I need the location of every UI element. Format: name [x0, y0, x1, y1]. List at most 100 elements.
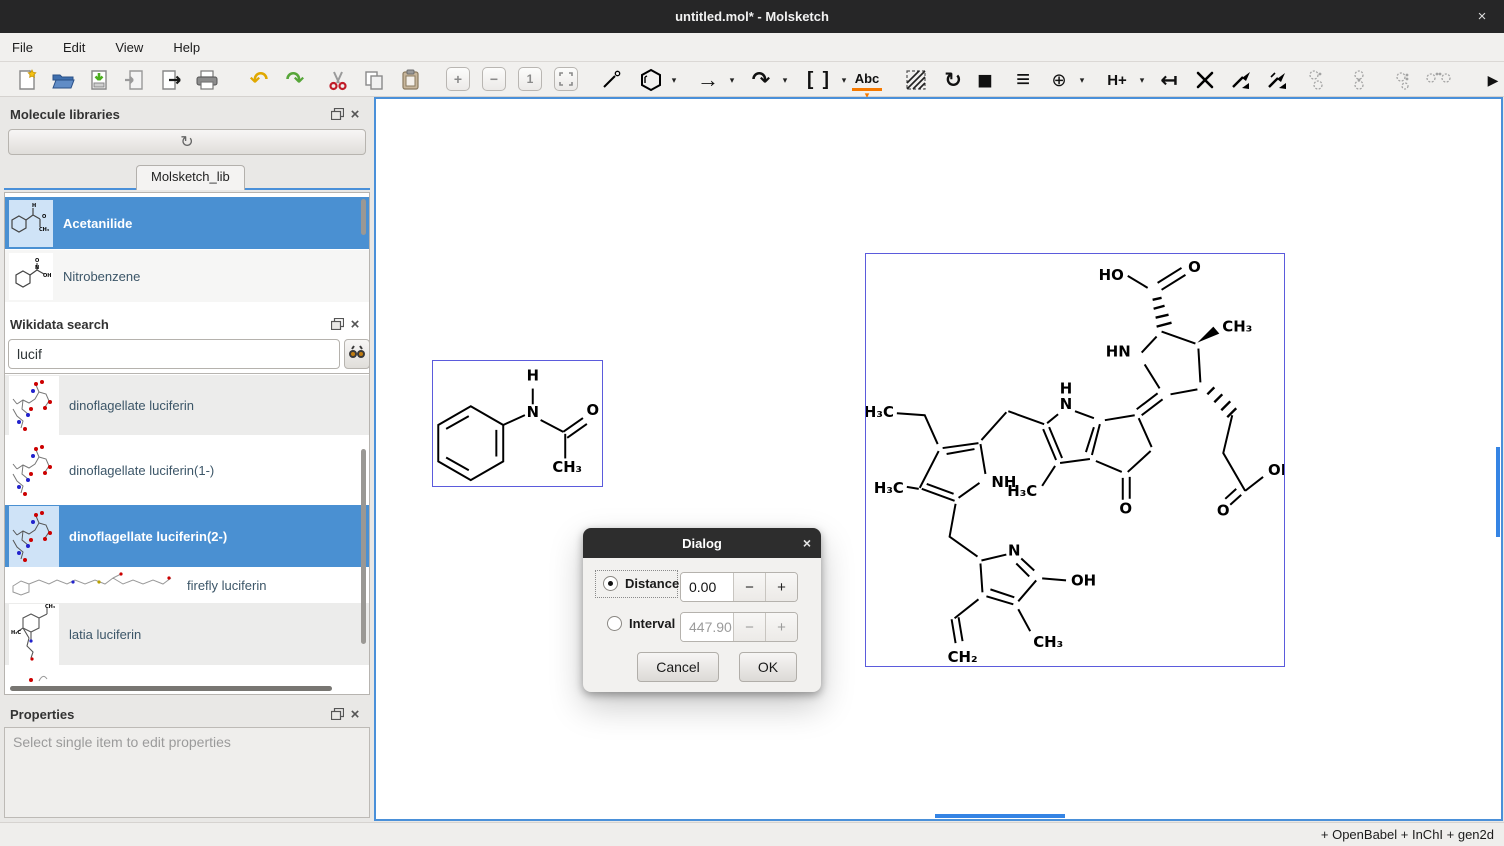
new-file-icon[interactable] [14, 67, 40, 93]
distance-spinbox[interactable]: 0.00 − + [680, 572, 798, 602]
atom-label: CH₂ [948, 648, 978, 666]
distance-radio[interactable] [603, 576, 618, 591]
interval-increment-button[interactable]: + [765, 613, 797, 641]
close-panel-icon[interactable]: × [346, 706, 364, 722]
cancel-button[interactable]: Cancel [637, 652, 719, 682]
molecule-thumbnail: OOHN [9, 253, 53, 300]
wikidata-search-button[interactable] [344, 339, 370, 369]
library-list-scrollbar[interactable] [361, 199, 366, 235]
hydrogen-dropdown-icon[interactable]: ▾ [1136, 74, 1148, 86]
interval-decrement-button[interactable]: − [733, 613, 765, 641]
interval-radio[interactable] [607, 616, 622, 631]
dialog-window: Dialog × Distance 0.00 − + Interval 447.… [583, 528, 821, 692]
ring-tool-icon[interactable] [638, 67, 664, 93]
charge-dropdown-icon[interactable]: ▾ [1076, 74, 1088, 86]
bracket-tool-icon[interactable]: [ ] [802, 67, 836, 93]
dialog-close-icon[interactable]: × [803, 535, 811, 551]
export-icon[interactable] [158, 67, 184, 93]
window-close-icon[interactable]: × [1472, 7, 1492, 27]
interval-radio-row[interactable]: Interval [607, 616, 675, 631]
interval-value[interactable]: 447.90 [681, 613, 733, 641]
close-panel-icon[interactable]: × [346, 106, 364, 122]
interval-spinbox[interactable]: 447.90 − + [680, 612, 798, 642]
electron-arrow-tool-icon[interactable]: ↤ [1156, 67, 1182, 93]
molecule-acetanilide[interactable]: H N O CH₃ [432, 360, 603, 487]
wikidata-list-vscrollbar[interactable] [361, 449, 366, 644]
rotate-icon[interactable]: ↻ [940, 67, 966, 93]
float-panel-icon[interactable] [328, 706, 346, 722]
float-panel-icon[interactable] [328, 316, 346, 332]
curved-arrow-tool-icon[interactable]: ↷ [748, 67, 774, 93]
wikidata-search-input[interactable] [8, 339, 340, 369]
properties-placeholder: Select single item to edit properties [4, 727, 370, 818]
list-item-nitrobenzene[interactable]: OOHN Nitrobenzene [5, 250, 369, 302]
reaction-map-4-icon[interactable] [1422, 67, 1456, 93]
curved-arrow-dropdown-icon[interactable]: ▾ [779, 74, 791, 86]
result-firefly-luciferin[interactable]: firefly luciferin [5, 569, 369, 601]
distance-value[interactable]: 0.00 [681, 573, 733, 601]
result-dinoflagellate-luciferin-1[interactable]: dinoflagellate luciferin(1-) [5, 437, 369, 503]
text-tool-icon[interactable]: Abc [852, 69, 882, 91]
tab-molsketch-lib[interactable]: Molsketch_lib [136, 165, 245, 190]
ring-dropdown-icon[interactable]: ▾ [668, 74, 680, 86]
zoom-out-icon[interactable]: − [482, 67, 506, 91]
paste-icon[interactable] [397, 67, 423, 93]
delete-tool-icon[interactable] [1192, 67, 1218, 93]
undo-icon[interactable]: ↶ [246, 67, 272, 93]
bracket-dropdown-icon[interactable]: ▾ [838, 74, 850, 86]
selection-hatch-icon[interactable] [903, 67, 929, 93]
canvas-hscrollbar[interactable] [935, 814, 1065, 818]
reaction-map-2-icon[interactable] [1346, 67, 1372, 93]
canvas-vscrollbar[interactable] [1496, 447, 1500, 537]
statusbar: + OpenBabel + InChI + gen2d [0, 822, 1504, 846]
line-width-icon[interactable]: ≡ [1010, 67, 1036, 93]
list-item-acetanilide[interactable]: HCH₃O Acetanilide [5, 197, 369, 249]
molecule-luciferin[interactable]: HO O CH₃ HN H N H₃C H₃C NH H₃C O OH O N … [865, 253, 1285, 667]
open-file-icon[interactable] [50, 67, 76, 93]
panel-properties: Properties × Select single item to edit … [4, 703, 370, 818]
zoom-fit-icon[interactable] [554, 67, 578, 91]
float-panel-icon[interactable] [328, 106, 346, 122]
save-as-icon[interactable] [122, 67, 148, 93]
drawing-canvas[interactable]: H N O CH₃ [374, 97, 1503, 821]
zoom-in-icon[interactable]: + [446, 67, 470, 91]
arrow-tool-icon[interactable]: → [695, 67, 721, 93]
menu-help[interactable]: Help [171, 38, 202, 57]
result-latia-luciferin[interactable]: CH₃H₃C latia luciferin [5, 603, 369, 665]
atom-label: N [1060, 395, 1072, 413]
result-dinoflagellate-luciferin[interactable]: dinoflagellate luciferin [5, 375, 369, 435]
draw-bond-icon[interactable] [598, 67, 624, 93]
reaction-map-1-icon[interactable] [1304, 67, 1330, 93]
cut-icon[interactable] [325, 67, 351, 93]
distance-radio-row[interactable]: Distance [603, 576, 679, 591]
dialog-titlebar[interactable]: Dialog × [583, 528, 821, 558]
hydrogen-tool-icon[interactable]: H+ [1102, 67, 1132, 93]
charge-tool-icon[interactable]: ⊕ [1046, 67, 1072, 93]
close-panel-icon[interactable]: × [346, 316, 364, 332]
increase-bond-icon[interactable] [1228, 67, 1254, 93]
menu-view[interactable]: View [113, 38, 145, 57]
result-partial[interactable] [5, 667, 369, 687]
refresh-libraries-button[interactable]: ↻ [8, 129, 366, 155]
svg-text:CH₃: CH₃ [45, 604, 55, 610]
redo-icon[interactable]: ↷ [282, 67, 308, 93]
distance-decrement-button[interactable]: − [733, 573, 765, 601]
wikidata-list-hscrollbar[interactable] [10, 686, 332, 691]
color-swatch-icon[interactable]: ■ [972, 67, 998, 93]
result-dinoflagellate-luciferin-2[interactable]: dinoflagellate luciferin(2-) [5, 505, 369, 567]
print-icon[interactable] [194, 67, 220, 93]
decrease-bond-icon[interactable] [1264, 67, 1290, 93]
svg-text:CH₃: CH₃ [39, 227, 49, 233]
menu-file[interactable]: File [10, 38, 35, 57]
save-icon[interactable] [86, 67, 112, 93]
copy-icon[interactable] [361, 67, 387, 93]
arrow-dropdown-icon[interactable]: ▾ [726, 74, 738, 86]
reaction-map-3-icon[interactable] [1390, 67, 1416, 93]
distance-increment-button[interactable]: + [765, 573, 797, 601]
atom-label: HO [1099, 266, 1124, 284]
atom-label: H₃C [1007, 482, 1037, 500]
menu-edit[interactable]: Edit [61, 38, 87, 57]
zoom-original-icon[interactable]: 1 [518, 67, 542, 91]
toolbar-overflow-icon[interactable]: ▶ [1480, 67, 1504, 93]
ok-button[interactable]: OK [739, 652, 797, 682]
